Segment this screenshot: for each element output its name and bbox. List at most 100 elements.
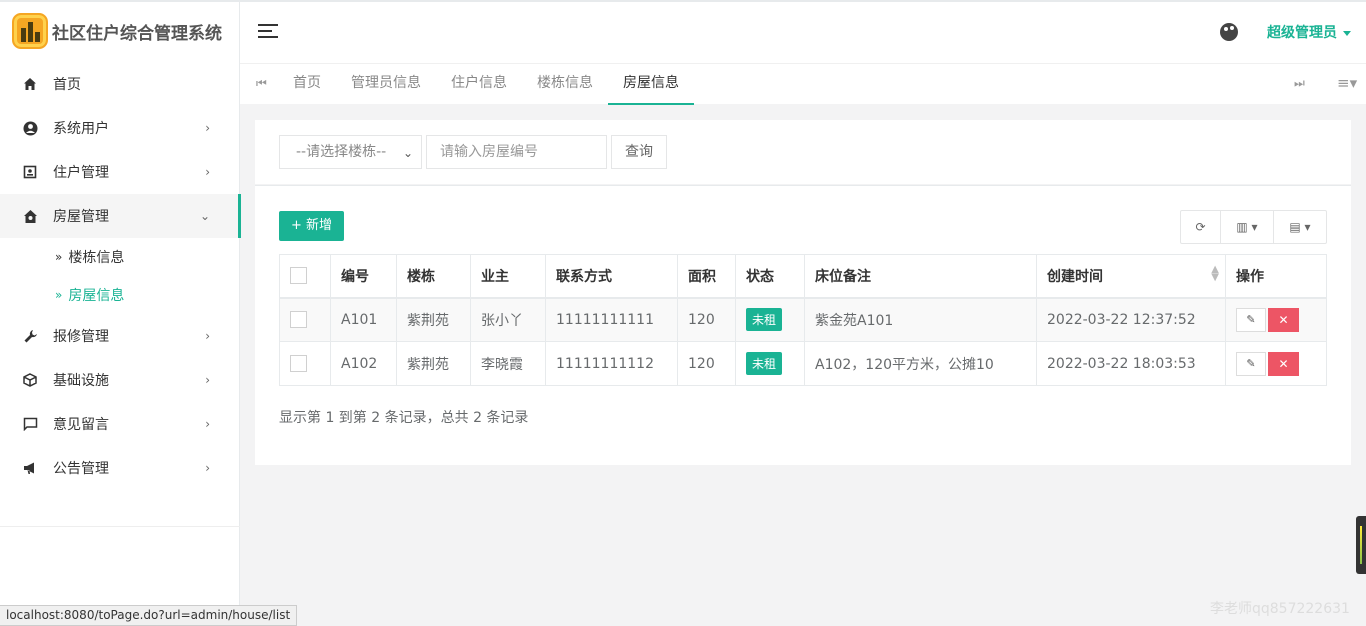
tab-scroll-left-icon[interactable]: ⏮ bbox=[256, 76, 267, 91]
user-name: 超级管理员 bbox=[1267, 25, 1337, 41]
columns-toggle-icon[interactable]: ▥ ▾ bbox=[1221, 211, 1274, 243]
column-header[interactable]: 面积 bbox=[677, 254, 736, 299]
house-table: 编号 楼栋 业主 联系方式 面积 状态 床位备注 创建时间 ▲ ▼ 操作 A101… bbox=[279, 254, 1327, 386]
cell-created: 2022-03-22 12:37:52 bbox=[1036, 297, 1226, 342]
sidebar-item-announcements[interactable]: 公告管理 › bbox=[0, 446, 240, 490]
top-header: 超级管理员 bbox=[240, 2, 1366, 63]
tab-building-info[interactable]: 楼栋信息 bbox=[522, 64, 608, 105]
chevron-right-icon: › bbox=[205, 121, 210, 135]
tab-home[interactable]: 首页 bbox=[278, 64, 336, 105]
sidebar-menu: 首页 系统用户 › 住户管理 › 房屋管理 ⌄ » 楼栋信息 » 房屋信息 报修… bbox=[0, 62, 241, 490]
select-all-checkbox[interactable] bbox=[290, 267, 307, 285]
sidebar-item-facilities[interactable]: 基础设施 › bbox=[0, 358, 240, 402]
edit-button[interactable]: ✎ bbox=[1236, 307, 1266, 332]
cell-area: 120 bbox=[677, 341, 736, 386]
row-checkbox[interactable] bbox=[290, 311, 307, 329]
delete-button[interactable]: ✕ bbox=[1268, 307, 1299, 332]
search-panel: --请选择楼栋-- ⌄ 查询 bbox=[255, 120, 1351, 184]
sort-icon[interactable]: ▲ ▼ bbox=[1211, 264, 1219, 282]
megaphone-icon bbox=[22, 460, 38, 476]
chevron-right-icon: › bbox=[205, 461, 210, 475]
table-header-row: 编号 楼栋 业主 联系方式 面积 状态 床位备注 创建时间 ▲ ▼ 操作 bbox=[279, 254, 1327, 299]
cell-status: 未租 bbox=[735, 341, 805, 386]
add-button[interactable]: + 新增 bbox=[279, 211, 344, 241]
chevron-down-icon: ⌄ bbox=[402, 146, 413, 160]
row-checkbox[interactable] bbox=[290, 355, 307, 372]
building-select[interactable]: --请选择楼栋-- ⌄ bbox=[279, 135, 422, 169]
cell-owner: 张小丫 bbox=[470, 297, 546, 342]
row-select-cell bbox=[279, 297, 331, 342]
sidebar-item-repairs[interactable]: 报修管理 › bbox=[0, 314, 240, 358]
column-header-label: 创建时间 bbox=[1047, 268, 1103, 285]
double-chevron-icon: » bbox=[55, 288, 63, 302]
sidebar-item-label: 公告管理 bbox=[53, 461, 109, 477]
user-menu[interactable]: 超级管理员 bbox=[1267, 22, 1351, 42]
sidebar-item-label: 基础设施 bbox=[53, 373, 109, 389]
tab-options-icon[interactable]: ≡▾ bbox=[1337, 74, 1357, 92]
sidebar-item-system-users[interactable]: 系统用户 › bbox=[0, 106, 240, 150]
tab-house-info[interactable]: 房屋信息 bbox=[608, 64, 694, 105]
cell-created: 2022-03-22 18:03:53 bbox=[1036, 341, 1226, 386]
table-panel: + 新增 ⟳ ▥ ▾ ▤ ▾ 编号 楼栋 业主 联系方式 面积 状态 床位备注 … bbox=[255, 185, 1351, 465]
tab-resident-info[interactable]: 住户信息 bbox=[436, 64, 522, 105]
app-title: 社区住户综合管理系统 bbox=[52, 23, 222, 44]
column-header[interactable]: 楼栋 bbox=[396, 254, 471, 299]
export-icon[interactable]: ▤ ▾ bbox=[1274, 211, 1326, 243]
close-icon: ✕ bbox=[1278, 356, 1289, 371]
double-chevron-icon: » bbox=[55, 250, 63, 264]
message-icon bbox=[22, 416, 38, 432]
sidebar-subitem-label: 房屋信息 bbox=[68, 288, 125, 304]
refresh-icon[interactable]: ⟳ bbox=[1181, 211, 1221, 243]
column-header[interactable]: 编号 bbox=[330, 254, 397, 299]
sidebar-item-label: 意见留言 bbox=[53, 417, 109, 433]
side-panel-handle[interactable] bbox=[1356, 516, 1366, 574]
house-number-input[interactable] bbox=[426, 135, 607, 169]
table-row[interactable]: A101 紫荆苑 张小丫 11111111111 120 未租 紫金苑A101 … bbox=[279, 297, 1327, 342]
cube-icon bbox=[22, 372, 38, 388]
house-icon bbox=[22, 208, 38, 224]
created-time-header[interactable]: 创建时间 ▲ ▼ bbox=[1036, 254, 1226, 299]
column-header[interactable]: 业主 bbox=[470, 254, 546, 299]
tab-admin-info[interactable]: 管理员信息 bbox=[336, 64, 436, 105]
chevron-right-icon: › bbox=[205, 417, 210, 431]
brand[interactable]: 社区住户综合管理系统 bbox=[12, 13, 222, 49]
tab-scroll-right-icon[interactable]: ⏭ bbox=[1294, 76, 1305, 91]
delete-button[interactable]: ✕ bbox=[1268, 351, 1299, 376]
sidebar-subitem-houses[interactable]: » 房屋信息 bbox=[0, 276, 240, 314]
sidebar-subitem-buildings[interactable]: » 楼栋信息 bbox=[0, 238, 240, 276]
menu-toggle-icon[interactable] bbox=[258, 24, 278, 40]
pencil-icon: ✎ bbox=[1246, 356, 1256, 370]
sidebar-item-houses[interactable]: 房屋管理 ⌄ bbox=[0, 194, 241, 238]
column-header[interactable]: 联系方式 bbox=[545, 254, 678, 299]
id-card-icon bbox=[22, 164, 38, 180]
column-header[interactable]: 状态 bbox=[735, 254, 805, 299]
sidebar-item-feedback[interactable]: 意见留言 › bbox=[0, 402, 240, 446]
browser-status-bar: localhost:8080/toPage.do?url=admin/house… bbox=[0, 605, 298, 626]
home-icon bbox=[22, 76, 38, 92]
pencil-icon: ✎ bbox=[1246, 312, 1256, 326]
watermark: 李老师qq857222631 bbox=[1210, 601, 1350, 617]
column-header[interactable]: 床位备注 bbox=[804, 254, 1037, 299]
query-button[interactable]: 查询 bbox=[611, 135, 667, 169]
status-badge: 未租 bbox=[746, 308, 783, 332]
cell-actions: ✎ ✕ bbox=[1225, 341, 1327, 386]
palette-icon[interactable] bbox=[1220, 23, 1238, 41]
edit-button[interactable]: ✎ bbox=[1236, 351, 1266, 376]
cell-status: 未租 bbox=[735, 297, 805, 342]
sidebar-subitem-label: 楼栋信息 bbox=[68, 250, 125, 266]
cell-no: A101 bbox=[330, 297, 397, 342]
sidebar-item-label: 首页 bbox=[53, 77, 81, 93]
sidebar-item-residents[interactable]: 住户管理 › bbox=[0, 150, 240, 194]
cell-building: 紫荆苑 bbox=[396, 297, 471, 342]
tab-list: 首页 管理员信息 住户信息 楼栋信息 房屋信息 bbox=[278, 64, 694, 105]
cell-actions: ✎ ✕ bbox=[1225, 297, 1327, 342]
chevron-right-icon: › bbox=[205, 165, 210, 179]
cell-owner: 李晓霞 bbox=[470, 341, 546, 386]
sidebar-item-home[interactable]: 首页 bbox=[0, 62, 240, 106]
wrench-icon bbox=[22, 328, 38, 344]
sidebar-item-label: 系统用户 bbox=[53, 121, 109, 137]
sidebar-item-label: 房屋管理 bbox=[53, 209, 109, 225]
close-icon: ✕ bbox=[1278, 312, 1289, 327]
caret-down-icon bbox=[1343, 30, 1351, 36]
table-row[interactable]: A102 紫荆苑 李晓霞 11111111112 120 未租 A102，120… bbox=[279, 341, 1327, 386]
